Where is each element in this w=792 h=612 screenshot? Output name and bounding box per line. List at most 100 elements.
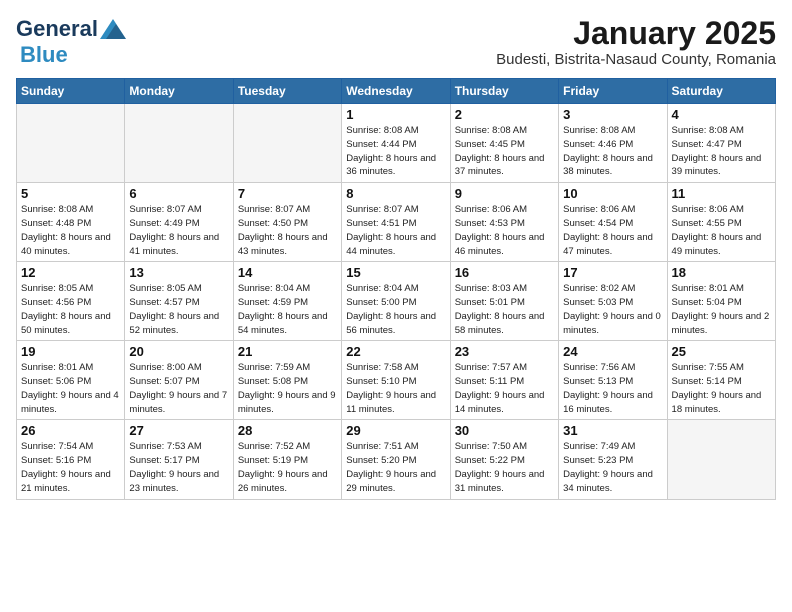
day-number: 28 [238,423,337,438]
calendar-cell: 17Sunrise: 8:02 AM Sunset: 5:03 PM Dayli… [559,262,667,341]
calendar-cell: 27Sunrise: 7:53 AM Sunset: 5:17 PM Dayli… [125,420,233,499]
day-info: Sunrise: 7:53 AM Sunset: 5:17 PM Dayligh… [129,440,228,495]
day-number: 22 [346,344,445,359]
weekday-header-sunday: Sunday [17,79,125,104]
logo-icon [100,19,126,39]
day-number: 9 [455,186,554,201]
calendar-cell: 4 Sunrise: 8:08 AM Sunset: 4:47 PM Daylig… [667,104,775,183]
calendar-cell: 19 Sunrise: 8:01 AM Sunset: 5:06 PM Dayli… [17,341,125,420]
calendar-week-4: 19 Sunrise: 8:01 AM Sunset: 5:06 PM Dayli… [17,341,776,420]
calendar-cell: 16 Sunrise: 8:03 AM Sunset: 5:01 PM Dayli… [450,262,558,341]
day-number: 13 [129,265,228,280]
day-info: Sunrise: 8:06 AM Sunset: 4:54 PM Dayligh… [563,203,662,258]
calendar-cell: 29 Sunrise: 7:51 AM Sunset: 5:20 PM Dayli… [342,420,450,499]
day-info: Sunrise: 8:01 AM Sunset: 5:04 PM Dayligh… [672,282,771,337]
day-number: 3 [563,107,662,122]
calendar-cell [17,104,125,183]
day-info: Sunrise: 8:05 AM Sunset: 4:56 PM Dayligh… [21,282,120,337]
day-number: 30 [455,423,554,438]
calendar-cell: 23Sunrise: 7:57 AM Sunset: 5:11 PM Dayli… [450,341,558,420]
calendar-cell: 9 Sunrise: 8:06 AM Sunset: 4:53 PM Daylig… [450,183,558,262]
logo-blue: Blue [20,42,68,68]
day-number: 31 [563,423,662,438]
day-info: Sunrise: 8:08 AM Sunset: 4:44 PM Dayligh… [346,124,445,179]
calendar-cell: 22 Sunrise: 7:58 AM Sunset: 5:10 PM Dayli… [342,341,450,420]
day-info: Sunrise: 8:01 AM Sunset: 5:06 PM Dayligh… [21,361,120,416]
calendar-cell: 26 Sunrise: 7:54 AM Sunset: 5:16 PM Dayli… [17,420,125,499]
day-number: 14 [238,265,337,280]
day-info: Sunrise: 8:05 AM Sunset: 4:57 PM Dayligh… [129,282,228,337]
calendar-cell: 5Sunrise: 8:08 AM Sunset: 4:48 PM Daylig… [17,183,125,262]
calendar-cell: 12 Sunrise: 8:05 AM Sunset: 4:56 PM Dayli… [17,262,125,341]
calendar-cell [233,104,341,183]
day-number: 24 [563,344,662,359]
day-number: 19 [21,344,120,359]
calendar-cell: 2Sunrise: 8:08 AM Sunset: 4:45 PM Daylig… [450,104,558,183]
calendar-cell: 10 Sunrise: 8:06 AM Sunset: 4:54 PM Dayli… [559,183,667,262]
calendar-cell [125,104,233,183]
calendar-cell: 7Sunrise: 8:07 AM Sunset: 4:50 PM Daylig… [233,183,341,262]
calendar-cell: 15Sunrise: 8:04 AM Sunset: 5:00 PM Dayli… [342,262,450,341]
day-info: Sunrise: 7:57 AM Sunset: 5:11 PM Dayligh… [455,361,554,416]
weekday-header-monday: Monday [125,79,233,104]
day-info: Sunrise: 8:00 AM Sunset: 5:07 PM Dayligh… [129,361,228,416]
day-info: Sunrise: 7:58 AM Sunset: 5:10 PM Dayligh… [346,361,445,416]
day-info: Sunrise: 8:04 AM Sunset: 4:59 PM Dayligh… [238,282,337,337]
day-info: Sunrise: 7:51 AM Sunset: 5:20 PM Dayligh… [346,440,445,495]
day-number: 26 [21,423,120,438]
month-title: January 2025 [496,16,776,51]
day-info: Sunrise: 8:08 AM Sunset: 4:47 PM Dayligh… [672,124,771,179]
day-info: Sunrise: 7:56 AM Sunset: 5:13 PM Dayligh… [563,361,662,416]
calendar-week-2: 5Sunrise: 8:08 AM Sunset: 4:48 PM Daylig… [17,183,776,262]
day-info: Sunrise: 8:06 AM Sunset: 4:53 PM Dayligh… [455,203,554,258]
calendar-cell: 3 Sunrise: 8:08 AM Sunset: 4:46 PM Daylig… [559,104,667,183]
day-number: 20 [129,344,228,359]
day-number: 25 [672,344,771,359]
day-number: 15 [346,265,445,280]
day-number: 1 [346,107,445,122]
calendar-cell: 18 Sunrise: 8:01 AM Sunset: 5:04 PM Dayli… [667,262,775,341]
calendar-cell: 13 Sunrise: 8:05 AM Sunset: 4:57 PM Dayli… [125,262,233,341]
calendar-week-5: 26 Sunrise: 7:54 AM Sunset: 5:16 PM Dayli… [17,420,776,499]
day-number: 18 [672,265,771,280]
calendar-cell [667,420,775,499]
day-number: 6 [129,186,228,201]
title-block: January 2025 Budesti, Bistrita-Nasaud Co… [496,16,776,68]
calendar-cell: 20 Sunrise: 8:00 AM Sunset: 5:07 PM Dayli… [125,341,233,420]
day-info: Sunrise: 7:52 AM Sunset: 5:19 PM Dayligh… [238,440,337,495]
day-info: Sunrise: 7:54 AM Sunset: 5:16 PM Dayligh… [21,440,120,495]
day-number: 29 [346,423,445,438]
day-info: Sunrise: 7:55 AM Sunset: 5:14 PM Dayligh… [672,361,771,416]
calendar-cell: 21 Sunrise: 7:59 AM Sunset: 5:08 PM Dayli… [233,341,341,420]
weekday-header-thursday: Thursday [450,79,558,104]
day-number: 16 [455,265,554,280]
weekday-header-row: SundayMondayTuesdayWednesdayThursdayFrid… [17,79,776,104]
day-info: Sunrise: 8:08 AM Sunset: 4:45 PM Dayligh… [455,124,554,179]
day-number: 21 [238,344,337,359]
logo-general: General [16,16,98,42]
calendar-week-3: 12 Sunrise: 8:05 AM Sunset: 4:56 PM Dayli… [17,262,776,341]
day-info: Sunrise: 8:07 AM Sunset: 4:49 PM Dayligh… [129,203,228,258]
calendar-cell: 14 Sunrise: 8:04 AM Sunset: 4:59 PM Dayli… [233,262,341,341]
day-info: Sunrise: 8:08 AM Sunset: 4:46 PM Dayligh… [563,124,662,179]
calendar-cell: 28 Sunrise: 7:52 AM Sunset: 5:19 PM Dayli… [233,420,341,499]
day-number: 12 [21,265,120,280]
weekday-header-tuesday: Tuesday [233,79,341,104]
calendar-cell: 8Sunrise: 8:07 AM Sunset: 4:51 PM Daylig… [342,183,450,262]
day-info: Sunrise: 8:03 AM Sunset: 5:01 PM Dayligh… [455,282,554,337]
calendar-cell: 1 Sunrise: 8:08 AM Sunset: 4:44 PM Daylig… [342,104,450,183]
day-info: Sunrise: 7:49 AM Sunset: 5:23 PM Dayligh… [563,440,662,495]
calendar-cell: 6 Sunrise: 8:07 AM Sunset: 4:49 PM Daylig… [125,183,233,262]
page-header: General Blue January 2025 Budesti, Bistr… [16,16,776,68]
day-number: 8 [346,186,445,201]
day-number: 4 [672,107,771,122]
location-title: Budesti, Bistrita-Nasaud County, Romania [496,51,776,68]
day-number: 10 [563,186,662,201]
weekday-header-saturday: Saturday [667,79,775,104]
calendar-cell: 31 Sunrise: 7:49 AM Sunset: 5:23 PM Dayli… [559,420,667,499]
calendar-cell: 25 Sunrise: 7:55 AM Sunset: 5:14 PM Dayli… [667,341,775,420]
weekday-header-wednesday: Wednesday [342,79,450,104]
day-number: 17 [563,265,662,280]
calendar-cell: 24 Sunrise: 7:56 AM Sunset: 5:13 PM Dayli… [559,341,667,420]
day-info: Sunrise: 7:59 AM Sunset: 5:08 PM Dayligh… [238,361,337,416]
